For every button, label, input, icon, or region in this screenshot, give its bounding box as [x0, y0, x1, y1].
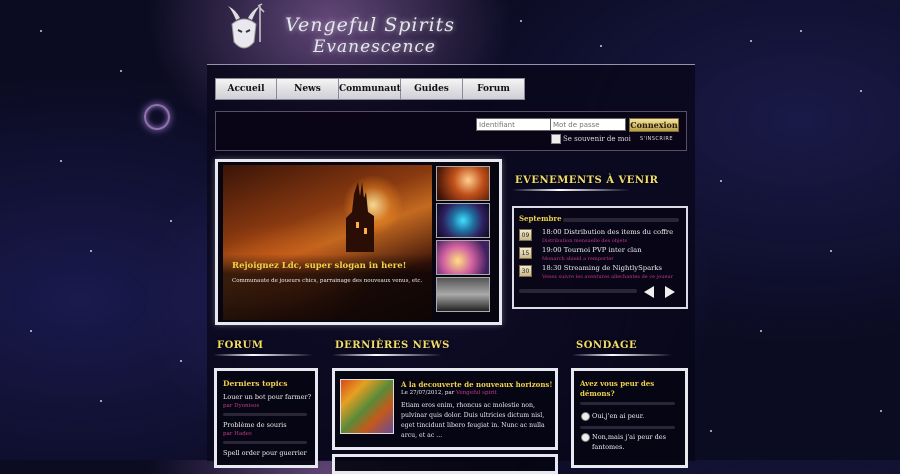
- poll-option-radio[interactable]: [581, 433, 590, 442]
- forum-divider: [223, 441, 307, 444]
- poll-heading-underline: [572, 354, 672, 356]
- forum-heading-underline: [213, 354, 313, 356]
- forum-topic-author[interactable]: par Hades: [223, 431, 252, 437]
- news-title[interactable]: A la decouverte de nouveaux horizons!: [401, 380, 552, 389]
- prev-arrow-icon[interactable]: [642, 285, 656, 299]
- forum-divider: [223, 413, 307, 416]
- nav-item-accueil[interactable]: Accueil: [215, 78, 277, 100]
- news-heading: DERNIÈRES NEWS: [335, 340, 450, 351]
- poll-divider: [580, 402, 675, 405]
- slide-thumbnail-3[interactable]: [436, 240, 490, 275]
- events-heading-underline: [512, 189, 630, 191]
- news-body-line: Etiam eros enim, rhoncus ac molestie non…: [401, 402, 535, 409]
- news-body-line: eget tincidunt libero feugiat in. Nunc a…: [401, 422, 545, 429]
- castle-silhouette: [346, 182, 374, 252]
- poll-option-label: Non,mais j'ai peur des fantomes.: [592, 433, 666, 451]
- nav-item-news[interactable]: News: [277, 78, 339, 100]
- news-body: Etiam eros enim, rhoncus ac molestie non…: [401, 401, 551, 441]
- connect-button[interactable]: Connexion: [629, 118, 679, 132]
- site-title: Vengeful Spirits: [285, 14, 456, 36]
- nav-item-communaute[interactable]: Communaute: [339, 78, 407, 100]
- forum-heading: FORUM: [217, 340, 264, 351]
- forum-topic-link[interactable]: Problème de souris: [223, 421, 287, 429]
- event-title[interactable]: 18:30 Streaming de NightlySparks: [542, 264, 662, 272]
- orb-decoration: [144, 104, 170, 130]
- username-input[interactable]: [476, 118, 552, 131]
- events-month-divider: [563, 218, 679, 222]
- forum-subheading: Derniers topics: [223, 379, 288, 388]
- site-subtitle: Evanescence: [313, 37, 436, 57]
- event-title[interactable]: 18:00 Distribution des items du coffre: [542, 228, 673, 236]
- news-date: Le 27/07/2012, par: [401, 390, 455, 396]
- main-nav: Accueil News Communaute Guides Forum: [215, 78, 525, 100]
- forum-topic-link[interactable]: Spell order pour guerrier: [223, 449, 307, 457]
- poll-option-label: Oui,j'en ai peur.: [592, 412, 645, 420]
- news-panel-2: [332, 454, 558, 474]
- news-meta: Le 27/07/2012, par Vengeful spirit: [401, 390, 497, 396]
- slide-thumbnail-4[interactable]: [436, 277, 490, 312]
- password-input[interactable]: [550, 118, 626, 131]
- next-arrow-icon[interactable]: [663, 285, 677, 299]
- poll-question: Avez vous peur des démons?: [580, 379, 655, 398]
- nav-item-guides[interactable]: Guides: [401, 78, 463, 100]
- event-day-badge: 15: [519, 247, 532, 259]
- events-heading: EVENEMENTS À VENIR: [515, 175, 659, 186]
- poll-heading: SONDAGE: [576, 340, 638, 351]
- slide-thumbnail-2[interactable]: [436, 203, 490, 238]
- event-day-badge: 30: [519, 265, 532, 277]
- slide-thumbnail-1[interactable]: [436, 166, 490, 201]
- events-footer-divider: [519, 289, 637, 293]
- news-heading-underline: [332, 354, 442, 356]
- event-subtitle: Monarch shield a remporter: [542, 256, 614, 262]
- login-panel: [215, 111, 687, 151]
- slide-title[interactable]: Rejoignez Ldc, super slogan in here!: [232, 261, 406, 271]
- nav-item-forum[interactable]: Forum: [463, 78, 525, 100]
- demon-logo-icon: [228, 3, 265, 49]
- event-day-badge: 09: [519, 229, 532, 241]
- remember-me-label: Se souvenir de moi: [563, 135, 631, 143]
- news-thumbnail[interactable]: [340, 379, 394, 434]
- forum-topic-link[interactable]: Louer un bot pour farmer?: [223, 393, 311, 401]
- register-link[interactable]: S'INSCRIRE: [640, 136, 673, 142]
- event-subtitle: Venez suivre les aventures allechantes d…: [542, 274, 674, 280]
- poll-option-radio[interactable]: [581, 412, 590, 421]
- remember-me-checkbox[interactable]: [551, 134, 561, 144]
- events-month: Septembre: [519, 214, 562, 223]
- event-title[interactable]: 19:00 Tournoi PVP inter clan: [542, 246, 642, 254]
- poll-divider: [580, 426, 675, 429]
- event-subtitle: Distribution mensuelle des objets: [542, 238, 628, 244]
- news-author[interactable]: Vengeful spirit: [456, 390, 497, 396]
- news-body-line: pulvinar quis dolor. Duis ultricies dict…: [401, 412, 545, 419]
- forum-topic-author[interactable]: par Dyonisos: [223, 403, 259, 409]
- slide-description: Communaute de joueurs chics, parrainage …: [232, 278, 423, 284]
- news-body-line: arcu, et ac ...: [401, 432, 443, 439]
